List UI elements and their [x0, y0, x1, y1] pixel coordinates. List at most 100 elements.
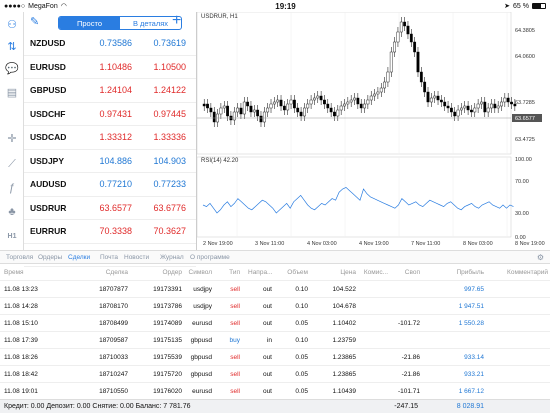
candle — [236, 107, 240, 113]
table-row[interactable]: 11.08 15:10 18708499 19174089 eurusd sell out… — [0, 315, 550, 332]
quote-symbol: USDJPY — [30, 155, 65, 166]
candle — [423, 81, 427, 93]
table-row[interactable]: 11.08 14:28 18708170 19173786 usdjpy sell out… — [0, 298, 550, 315]
tab-0[interactable]: Торговля — [6, 254, 33, 261]
function-icon[interactable]: ƒ — [4, 180, 20, 196]
quote-row[interactable]: USDRUR 63.6577 63.6776 — [24, 197, 196, 220]
rsi-title: RSI(14) 42.20 — [201, 158, 239, 164]
cell-deal: 18709587 — [99, 337, 128, 344]
quote-bid: 1.10486 — [99, 61, 132, 72]
quote-row[interactable]: AUDUSD 0.77210 0.77233 — [24, 173, 196, 197]
cell-time: 11.08 13:23 — [4, 286, 38, 293]
candle — [389, 51, 393, 73]
quote-ask: 104.903 — [153, 155, 186, 166]
candle — [292, 99, 296, 109]
tab-6[interactable]: О программе — [190, 254, 230, 261]
chat-icon[interactable]: 💬 — [4, 60, 20, 76]
tab-2[interactable]: Сделки — [68, 254, 90, 261]
user-icon[interactable]: ⚇ — [4, 16, 20, 32]
crosshair-icon[interactable]: ✛ — [4, 130, 20, 146]
objects-icon[interactable]: ♣ — [4, 204, 20, 220]
column-header[interactable]: Время — [4, 269, 52, 276]
column-header[interactable]: Тип — [222, 269, 240, 276]
column-header[interactable]: Напра... — [248, 269, 272, 276]
table-row[interactable]: 11.08 18:42 18710247 19175720 gbpusd sell out… — [0, 366, 550, 383]
candle — [446, 105, 450, 109]
add-symbol-button[interactable]: + — [172, 13, 181, 29]
candle — [393, 41, 397, 53]
quote-row[interactable]: EURUSD 1.10486 1.10500 — [24, 56, 196, 79]
candle — [346, 101, 350, 105]
trade-icon[interactable]: ⇅ — [4, 38, 20, 54]
price-chart[interactable]: 64.3805 64.0600 63.7285 63.6577 63.4725 100.0… — [196, 12, 550, 250]
settings-icon[interactable]: ⚙ — [537, 253, 544, 262]
cell-swap: -101.71 — [397, 388, 420, 395]
candle — [456, 109, 460, 117]
table-row[interactable]: 11.08 13:23 18707877 19173391 usdjpy sell out… — [0, 281, 550, 298]
quote-bid: 70.3338 — [99, 226, 132, 237]
candle — [366, 99, 370, 105]
time-axis-label: 2 Nov 19:00 — [203, 241, 233, 247]
time-axis-label: 8 Nov 19:00 — [515, 241, 545, 247]
candle — [343, 103, 346, 107]
candle — [460, 107, 463, 111]
document-icon[interactable]: ▤ — [4, 84, 20, 100]
column-header[interactable]: Символ — [172, 269, 212, 276]
pencil-icon[interactable]: ✎ — [30, 15, 39, 28]
tab-1[interactable]: Ордеры — [38, 254, 62, 261]
column-header[interactable]: Своп — [372, 269, 420, 276]
cell-volume: 0.05 — [295, 354, 308, 361]
candle — [309, 99, 313, 105]
table-row[interactable]: 11.08 19:01 18710550 19176020 eurusd sell out… — [0, 383, 550, 400]
cell-dir: out — [262, 354, 272, 361]
column-header[interactable]: Сделка — [84, 269, 128, 276]
clock: 19:19 — [275, 1, 296, 11]
column-header[interactable]: Цена — [318, 269, 356, 276]
quote-bid: 0.73586 — [99, 38, 132, 49]
tab-5[interactable]: Журнал — [160, 254, 184, 261]
status-bar: ●●●●○ MegaFon ◠ 19:19 ➤ 65 % — [0, 0, 550, 12]
candle — [272, 101, 276, 105]
quotes-header: ✎ Просто В деталях + — [24, 12, 196, 32]
column-header[interactable]: Объем — [284, 269, 308, 276]
quote-bid: 1.24104 — [99, 85, 132, 96]
cell-time: 11.08 14:28 — [4, 303, 38, 310]
candle — [242, 101, 246, 115]
cell-symbol: usdjpy — [193, 286, 212, 293]
cell-price: 1.23865 — [332, 371, 357, 378]
cell-time: 11.08 17:39 — [4, 337, 38, 344]
cell-volume: 0.10 — [295, 337, 308, 344]
tab-3[interactable]: Почта — [100, 254, 118, 261]
table-row[interactable]: 11.08 17:39 18709587 19175135 gbpusd buy in 0.… — [0, 332, 550, 349]
cell-type: sell — [230, 286, 240, 293]
quote-row[interactable]: USDCHF 0.97431 0.97445 — [24, 103, 196, 126]
column-header[interactable]: Комментарий — [500, 269, 548, 276]
timeframe-button[interactable]: H1 — [4, 228, 20, 244]
quote-row[interactable]: NZDUSD 0.73586 0.73619 — [24, 32, 196, 56]
candle — [212, 111, 216, 123]
quote-row[interactable]: USDJPY 104.886 104.903 — [24, 150, 196, 173]
quote-row[interactable]: GBPUSD 1.24104 1.24122 — [24, 79, 196, 103]
cell-time: 11.08 15:10 — [4, 320, 38, 327]
candle — [496, 105, 500, 109]
quote-row[interactable]: USDCAD 1.33312 1.33336 — [24, 126, 196, 150]
candle — [356, 97, 360, 105]
tab-4[interactable]: Новости — [124, 254, 149, 261]
cell-dir: out — [262, 286, 272, 293]
cell-symbol: gbpusd — [190, 371, 212, 378]
wifi-icon: ◠ — [60, 3, 67, 10]
segment-simple[interactable]: Просто — [59, 17, 120, 29]
candle — [206, 103, 209, 109]
price-axis-label: 63.6577 — [515, 116, 535, 122]
quote-row[interactable]: EURRUR 70.3338 70.3627 — [24, 220, 196, 244]
cell-swap: -21.86 — [401, 354, 420, 361]
terminal-tabs: ⚙ Торговля Ордеры Сделки Почта Новости Журнал… — [0, 250, 550, 264]
lines-icon[interactable]: ⟋ — [4, 156, 20, 172]
candle — [433, 95, 437, 99]
candle — [266, 107, 270, 113]
table-row[interactable]: 11.08 18:26 18710033 19175539 gbpusd sell out… — [0, 349, 550, 366]
cell-swap: -21.86 — [401, 371, 420, 378]
candle — [486, 107, 490, 113]
cell-price: 104.678 — [332, 303, 357, 310]
column-header[interactable]: Прибыль — [440, 269, 485, 276]
